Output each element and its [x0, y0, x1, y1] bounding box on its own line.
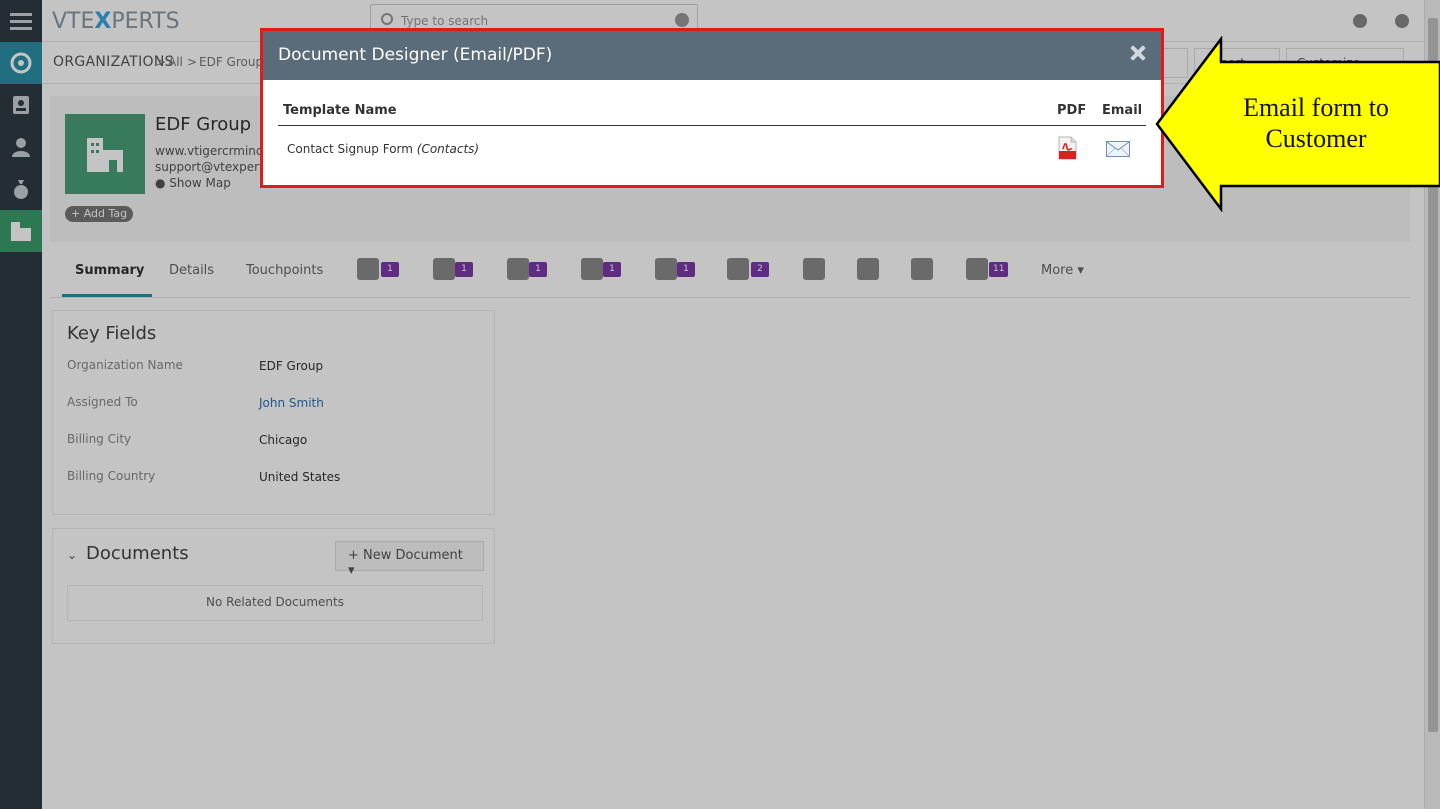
- close-icon[interactable]: [1128, 43, 1148, 63]
- column-template-name: Template Name: [283, 103, 397, 118]
- modal-header: Document Designer (Email/PDF): [263, 31, 1161, 80]
- callout-line-1: Email form to: [1243, 93, 1389, 122]
- pdf-icon[interactable]: [1057, 136, 1077, 160]
- modal-title: Document Designer (Email/PDF): [278, 45, 553, 65]
- callout-line-2: Customer: [1265, 124, 1367, 153]
- templates-table-header: Template Name PDF Email: [278, 96, 1146, 126]
- envelope-icon[interactable]: [1106, 141, 1130, 157]
- callout-text: Email form to Customer: [1200, 92, 1432, 154]
- template-module-label: (Contacts): [416, 142, 480, 156]
- column-email: Email: [1102, 103, 1143, 118]
- template-name-label: Contact Signup Form: [287, 142, 413, 156]
- column-pdf: PDF: [1057, 103, 1087, 118]
- template-name: Contact Signup Form (Contacts): [287, 142, 479, 156]
- table-row: Contact Signup Form (Contacts): [278, 127, 1146, 167]
- document-designer-modal: Document Designer (Email/PDF) Template N…: [260, 28, 1164, 188]
